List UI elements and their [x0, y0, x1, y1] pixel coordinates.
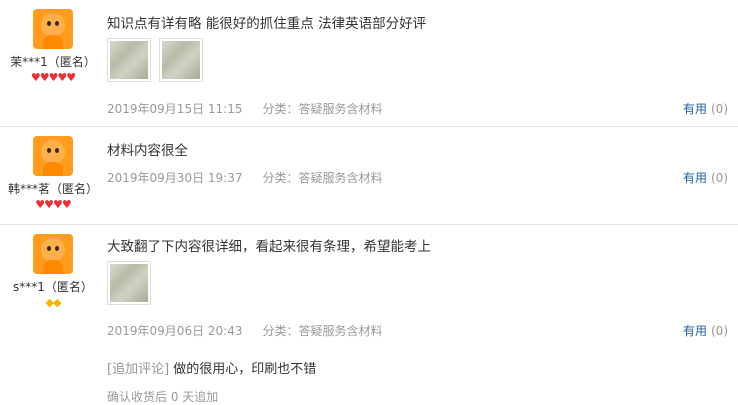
review-category: 分类：答疑服务含材料 [262, 102, 383, 116]
reviewer-info: s***1（匿名） ◆◆ [0, 234, 106, 309]
review-category: 分类：答疑服务含材料 [262, 171, 383, 185]
helpful-count: (0) [711, 171, 728, 185]
helpful-vote: 有用 (0) [683, 322, 728, 339]
review-date: 2019年09月15日 11:15 [107, 102, 243, 116]
helpful-count: (0) [711, 324, 728, 338]
review-photo-thumbnail[interactable] [159, 38, 203, 82]
helpful-button[interactable]: 有用 [683, 102, 707, 116]
reviewer-name: 茉***1（匿名） [10, 55, 96, 69]
helpful-button[interactable]: 有用 [683, 171, 707, 185]
review-item: 韩***茗（匿名） ♥♥♥♥ 材料内容很全 2019年09月30日 19:37 分… [0, 127, 738, 225]
member-level-icon: ♥♥♥♥♥ [30, 71, 76, 84]
review-date: 2019年09月30日 19:37 [107, 171, 243, 185]
review-category: 分类：答疑服务含材料 [262, 324, 383, 338]
helpful-button[interactable]: 有用 [683, 324, 707, 338]
reviewer-name: s***1（匿名） [13, 280, 93, 294]
review-item: s***1（匿名） ◆◆ 大致翻了下内容很详细，看起来很有条理，希望能考上 20… [0, 225, 738, 405]
review-photos [107, 261, 159, 308]
appended-review: [追加评论] 做的很用心，印刷也不错 [107, 358, 316, 377]
reviewer-name: 韩***茗（匿名） [7, 182, 98, 196]
review-text: 知识点有详有略 能很好的抓住重点 法律英语部分好评 [107, 16, 427, 32]
helpful-vote: 有用 (0) [683, 169, 728, 186]
review-photo-thumbnail[interactable] [107, 261, 151, 305]
review-meta: 2019年09月15日 11:15 分类：答疑服务含材料 [107, 100, 383, 117]
avatar[interactable] [33, 234, 73, 274]
review-text: 材料内容很全 [107, 143, 188, 159]
review-meta: 2019年09月06日 20:43 分类：答疑服务含材料 [107, 322, 383, 339]
review-date: 2019年09月06日 20:43 [107, 324, 243, 338]
helpful-count: (0) [711, 102, 728, 116]
append-tag: [追加评论] [107, 362, 170, 377]
member-level-icon: ◆◆ [45, 296, 62, 309]
reviewer-info: 韩***茗（匿名） ♥♥♥♥ [0, 136, 106, 211]
append-text: 做的很用心，印刷也不错 [173, 362, 317, 377]
append-time: 确认收货后 0 天追加 [107, 390, 219, 404]
review-text: 大致翻了下内容很详细，看起来很有条理，希望能考上 [107, 239, 431, 255]
avatar[interactable] [33, 136, 73, 176]
review-meta: 2019年09月30日 19:37 分类：答疑服务含材料 [107, 169, 383, 186]
review-photo-thumbnail[interactable] [107, 38, 151, 82]
reviewer-info: 茉***1（匿名） ♥♥♥♥♥ [0, 9, 106, 84]
helpful-vote: 有用 (0) [683, 100, 728, 117]
member-level-icon: ♥♥♥♥ [35, 198, 71, 211]
review-photos [107, 38, 211, 85]
avatar[interactable] [33, 9, 73, 49]
review-item: 茉***1（匿名） ♥♥♥♥♥ 知识点有详有略 能很好的抓住重点 法律英语部分好… [0, 0, 738, 127]
